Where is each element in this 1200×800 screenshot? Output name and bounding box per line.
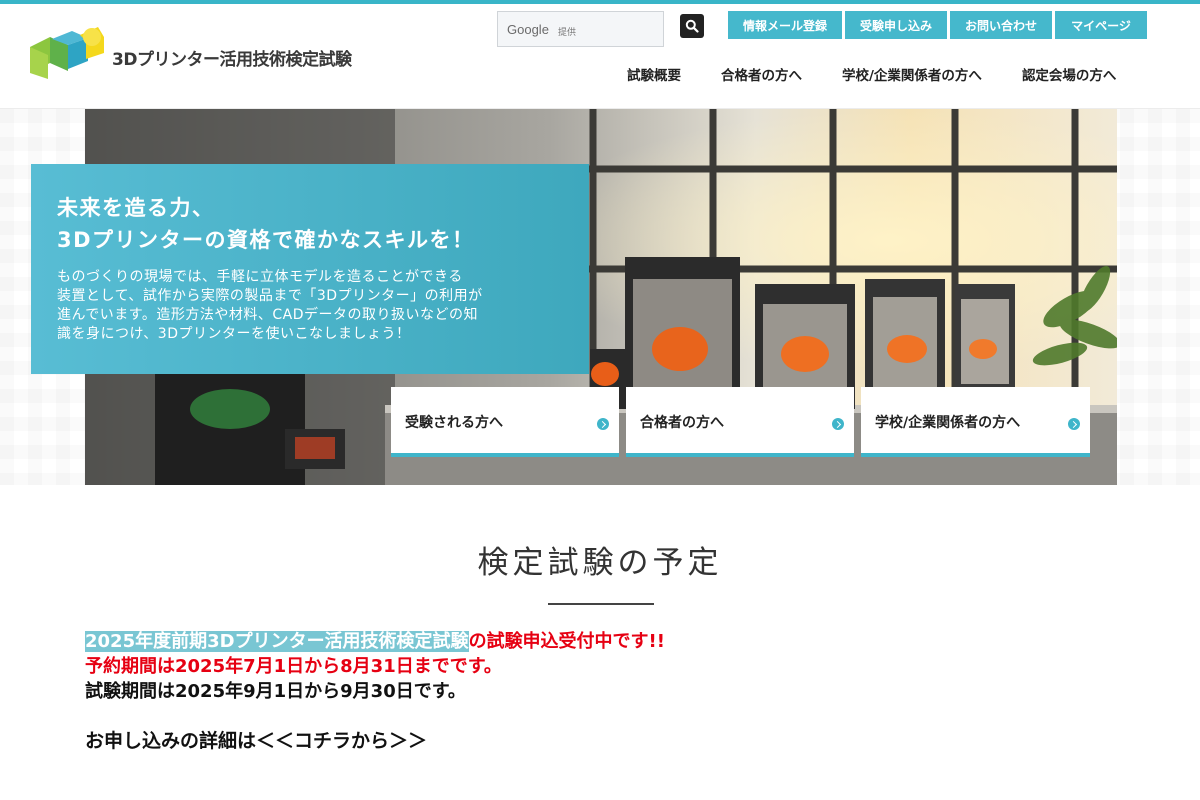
hero-body-line: 装置として、試作から実際の製品まで「3Dプリンター」の利用が	[57, 288, 483, 304]
nav-schools-companies[interactable]: 学校/企業関係者の方へ	[822, 64, 1002, 84]
main-nav: 試験概要 合格者の方へ 学校/企業関係者の方へ 認定会場の方へ	[607, 64, 1136, 84]
search-icon	[685, 19, 699, 33]
search-button[interactable]	[680, 14, 704, 38]
hero-title-line-2: 3Dプリンターの資格で確かなスキルを！	[57, 228, 475, 252]
nav-passers[interactable]: 合格者の方へ	[701, 64, 822, 84]
hero-title: 未来を造る力、 3Dプリンターの資格で確かなスキルを！	[57, 192, 563, 256]
mypage-button[interactable]: マイページ	[1055, 11, 1147, 39]
notice-line-1: 2025年度前期3Dプリンター活用技術検定試験の試験申込受付中です!!	[85, 629, 1135, 654]
site-logo[interactable]: 3Dプリンター活用技術検定試験	[28, 25, 352, 85]
nav-certified-venues[interactable]: 認定会場の方へ	[1002, 64, 1137, 84]
hero-message-card: 未来を造る力、 3Dプリンターの資格で確かなスキルを！ ものづくりの現場では、手…	[31, 164, 589, 374]
schedule-heading: 検定試験の予定	[477, 545, 723, 581]
schedule-notice: 2025年度前期3Dプリンター活用技術検定試験の試験申込受付中です!! 予約期間…	[85, 629, 1135, 754]
hero-body-text: ものづくりの現場では、手軽に立体モデルを造ることができる 装置として、試作から実…	[57, 268, 563, 344]
schedule-heading-rule	[548, 603, 654, 605]
hero-link-label: 合格者の方へ	[640, 415, 724, 431]
hero-link-label: 学校/企業関係者の方へ	[875, 415, 1021, 431]
hero-body-line: ものづくりの現場では、手軽に立体モデルを造ることができる	[57, 269, 463, 285]
chevron-right-icon	[597, 418, 609, 430]
chevron-right-icon	[1068, 418, 1080, 430]
hero-link-label: 受験される方へ	[405, 415, 503, 431]
top-accent-bar	[0, 0, 1200, 4]
apply-exam-button[interactable]: 受験申し込み	[845, 11, 947, 39]
application-details-link[interactable]: お申し込みの詳細は＜＜コチラから＞＞	[85, 729, 1135, 754]
notice-reservation-period: 予約期間は2025年7月1日から8月31日までです。	[85, 656, 502, 677]
logo-cube-icon	[30, 27, 104, 79]
top-utility-buttons: 情報メール登録 受験申し込み お問い合わせ マイページ	[728, 11, 1147, 39]
contact-button[interactable]: お問い合わせ	[950, 11, 1052, 39]
search-provided-label: 提供	[558, 28, 577, 38]
hero-title-line-1: 未来を造る力、	[57, 196, 215, 220]
mail-register-button[interactable]: 情報メール登録	[728, 11, 842, 39]
notice-highlight: 2025年度前期3Dプリンター活用技術検定試験	[85, 631, 469, 652]
hero-link-examinees[interactable]: 受験される方へ	[391, 387, 619, 457]
hero-link-passers[interactable]: 合格者の方へ	[626, 387, 854, 457]
notice-exam-period: 試験期間は2025年9月1日から9月30日です。	[85, 681, 466, 702]
notice-line-1-rest: の試験申込受付中です!!	[468, 631, 665, 652]
search-brand-label: Google	[507, 22, 549, 37]
hero-body-line: 進んでいます。造形方法や材料、CADデータの取り扱いなどの知	[57, 307, 479, 323]
search-input[interactable]: Google 提供	[497, 11, 664, 47]
chevron-right-icon	[832, 418, 844, 430]
notice-spacer	[85, 704, 1135, 729]
hero-link-schools-companies[interactable]: 学校/企業関係者の方へ	[861, 387, 1090, 457]
nav-exam-overview[interactable]: 試験概要	[607, 64, 701, 84]
hero-body-line: 識を身につけ、3Dプリンターを使いこなしましょう！	[57, 326, 411, 342]
logo-text: 3Dプリンター活用技術検定試験	[112, 50, 352, 70]
